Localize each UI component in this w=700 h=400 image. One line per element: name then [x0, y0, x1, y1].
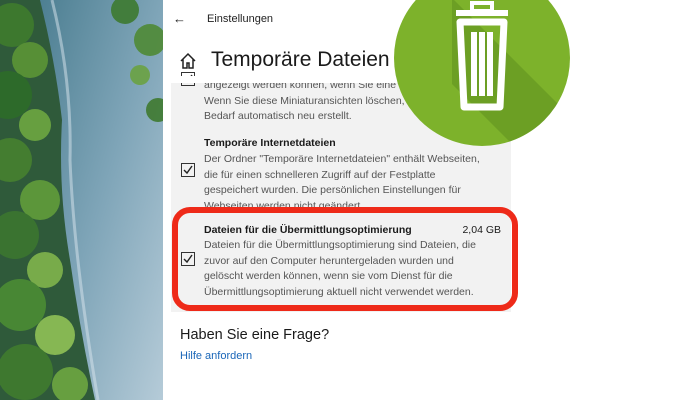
item-description: Der Ordner "Temporäre Internetdateien" e…	[204, 153, 480, 212]
checkbox-internet-files[interactable]	[181, 163, 195, 177]
list-item-internet-files: Temporäre Internetdateien Der Ordner "Te…	[171, 135, 511, 213]
home-icon[interactable]	[179, 52, 197, 70]
highlight-frame	[172, 207, 518, 311]
back-arrow-icon[interactable]: ←	[173, 11, 186, 26]
help-link[interactable]: Hilfe anfordern	[180, 350, 252, 362]
item-name: Temporäre Internetdateien	[204, 137, 336, 149]
app-title: Einstellungen	[207, 13, 274, 25]
faq-title: Haben Sie eine Frage?	[180, 327, 330, 343]
page-title: Temporäre Dateien	[211, 48, 390, 71]
